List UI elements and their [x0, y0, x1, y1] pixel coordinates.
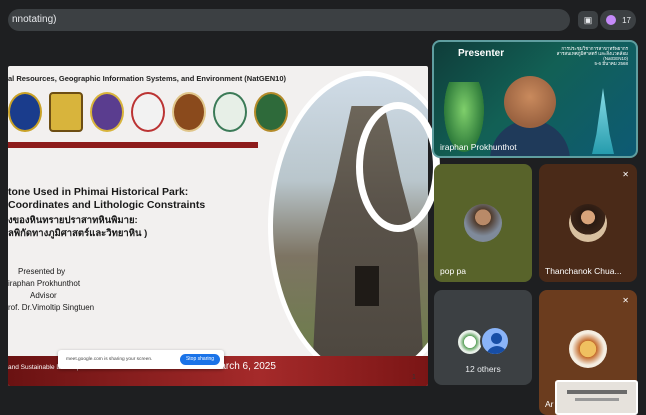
- people-count: 17: [622, 15, 631, 25]
- university-logo-icon: [131, 92, 165, 132]
- banner-line: 5-6 มีนาคม 2568: [594, 61, 628, 66]
- present-screen-icon[interactable]: ▣: [578, 11, 598, 29]
- presenter-video: [504, 76, 556, 128]
- others-tile[interactable]: 12 others: [434, 290, 532, 385]
- participant-name: Thanchanok Chua...: [545, 266, 622, 276]
- slide-title-line: tone Used in Phimai Historical Park:: [8, 186, 189, 198]
- presented-by-label: Presented by: [18, 267, 66, 276]
- avatar: [569, 204, 607, 242]
- presenter-tile[interactable]: Presenter การประชุมวิชาการสาขาทรัพยากร ส…: [432, 40, 638, 158]
- preview-bar: [575, 398, 619, 401]
- share-message: meet.google.com is sharing your screen.: [66, 357, 153, 362]
- advisor-name: rof. Dr.Vimoltip Singtuen: [8, 303, 95, 312]
- participant-name: Ar: [545, 399, 554, 409]
- logo-row: [8, 92, 288, 136]
- presenter-block: Presented by iraphan Prokhunthot Advisor…: [8, 266, 94, 314]
- stop-sharing-button[interactable]: Stop sharing: [180, 354, 220, 365]
- preview-bar: [567, 390, 627, 394]
- university-logo-icon: [49, 92, 83, 132]
- mic-muted-icon: ✕: [622, 170, 629, 179]
- university-logo-icon: [8, 92, 42, 132]
- university-logo-icon: [172, 92, 206, 132]
- top-bar: nnotating) ▣ 17: [0, 0, 646, 38]
- slide-thai-title: งของหินทรายปราสาทหินพิมาย: ลพิกัดทางภูมิ…: [8, 214, 147, 240]
- slide-title-line: Coordinates and Lithologic Constraints: [8, 199, 206, 211]
- others-count: 12 others: [465, 364, 501, 374]
- spire-graphic: [592, 88, 614, 154]
- participant-tile-pop[interactable]: pop pa: [434, 164, 532, 282]
- slide-thai-line: ลพิกัดทางภูมิศาสตร์และวิทยาหิน ): [8, 228, 148, 239]
- decorative-ring: [356, 102, 440, 232]
- advisor-label: Advisor: [30, 291, 57, 300]
- people-icon: [606, 15, 616, 25]
- slide-header: al Resources, Geographic Information Sys…: [8, 74, 286, 83]
- meeting-title: nnotating): [8, 9, 570, 31]
- mic-muted-icon: ✕: [622, 296, 629, 305]
- people-button[interactable]: 17: [600, 10, 636, 30]
- slide-page-number: 1: [412, 374, 416, 381]
- presentation-slide: al Resources, Geographic Information Sys…: [8, 66, 428, 386]
- presenter-name: iraphan Prokhunthot: [440, 142, 517, 152]
- avatar: [464, 204, 502, 242]
- default-avatar-icon: [480, 326, 510, 356]
- participant-name: pop pa: [440, 266, 466, 276]
- presenter-label: Presenter: [458, 48, 505, 59]
- university-logo-icon: [90, 92, 124, 132]
- event-banner: การประชุมวิชาการสาขาทรัพยากร สารสนเทศภูม…: [557, 46, 628, 66]
- avatar: [569, 330, 607, 368]
- university-logo-icon: [254, 92, 288, 132]
- screen-share-bar: meet.google.com is sharing your screen. …: [58, 350, 224, 369]
- self-view-preview[interactable]: [555, 380, 638, 415]
- participant-tile-thanchanok[interactable]: ✕ Thanchanok Chua...: [539, 164, 637, 282]
- university-logo-icon: [213, 92, 247, 132]
- slide-divider: [8, 142, 258, 148]
- slide-title: tone Used in Phimai Historical Park: Coo…: [8, 186, 248, 212]
- slide-thai-line: งของหินทรายปราสาทหินพิมาย:: [8, 215, 138, 226]
- slide-presenter-name: iraphan Prokhunthot: [8, 279, 81, 288]
- temple-door: [355, 266, 379, 306]
